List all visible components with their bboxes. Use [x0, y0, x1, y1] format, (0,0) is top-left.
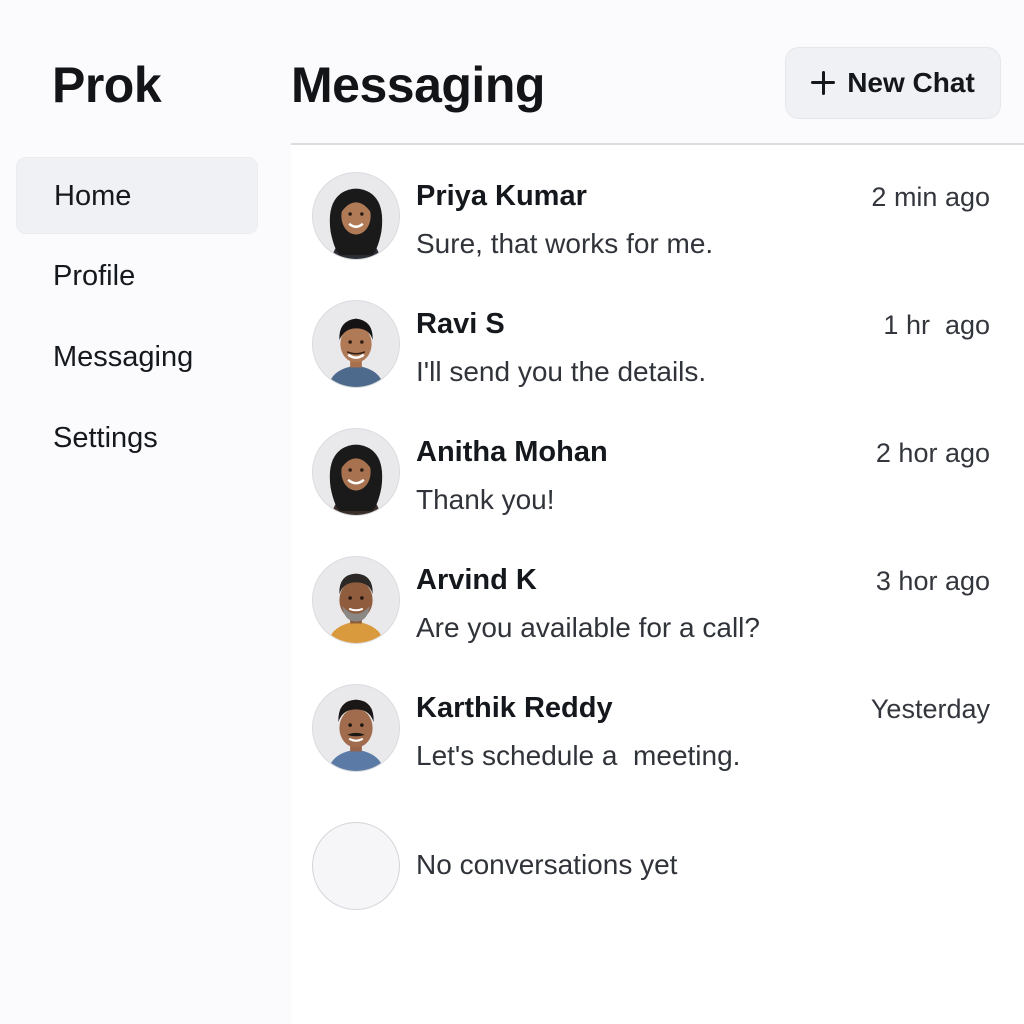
- bearded-man-avatar-icon: [313, 557, 399, 643]
- sidebar-item-home[interactable]: Home: [16, 157, 258, 234]
- message-preview: Thank you!: [416, 484, 555, 515]
- plus-icon: [811, 71, 836, 95]
- message-preview: Are you available for a call?: [416, 612, 760, 643]
- avatar: [312, 684, 400, 772]
- avatar: [312, 556, 400, 644]
- page-title: Messaging: [291, 57, 545, 113]
- conversation-row[interactable]: Ravi S 1 hr ago I'll send you the detail…: [291, 300, 1024, 428]
- contact-name: Anitha Mohan: [416, 436, 608, 468]
- message-preview: Sure, that works for me.: [416, 228, 714, 259]
- contact-name: Ravi S: [416, 308, 505, 340]
- sidebar-nav: Home Profile Messaging Settings: [16, 157, 258, 481]
- sidebar: Prok Home Profile Messaging Settings: [0, 0, 290, 1024]
- app-window: Prok Home Profile Messaging Settings Mes…: [0, 0, 1024, 1024]
- main-panel: Messaging New Chat Priya Kumar 2 min ago…: [291, 0, 1024, 1024]
- man-avatar-icon: [313, 301, 399, 387]
- conversation-list: Priya Kumar 2 min ago Sure, that works f…: [291, 172, 1024, 912]
- sidebar-item-profile[interactable]: Profile: [16, 238, 258, 315]
- empty-avatar-placeholder: [312, 822, 400, 910]
- contact-name: Priya Kumar: [416, 180, 587, 212]
- woman-avatar-icon: [313, 173, 399, 259]
- empty-state: No conversations yet: [291, 812, 1024, 912]
- message-preview: I'll send you the details.: [416, 356, 707, 387]
- conversation-row[interactable]: Priya Kumar 2 min ago Sure, that works f…: [291, 172, 1024, 300]
- message-timestamp: 1 hr ago: [883, 310, 990, 340]
- avatar: [312, 172, 400, 260]
- contact-name: Arvind K: [416, 564, 537, 596]
- app-logo[interactable]: Prok: [52, 56, 162, 114]
- new-chat-button[interactable]: New Chat: [785, 47, 1001, 119]
- sidebar-item-messaging[interactable]: Messaging: [16, 319, 258, 396]
- sidebar-item-settings[interactable]: Settings: [16, 400, 258, 477]
- main-header: Messaging New Chat: [291, 0, 1024, 145]
- new-chat-label: New Chat: [847, 67, 975, 98]
- message-preview: Let's schedule a meeting.: [416, 740, 741, 771]
- message-timestamp: 3 hor ago: [875, 566, 990, 596]
- message-timestamp: 2 hor ago: [875, 438, 990, 468]
- message-timestamp: 2 min ago: [871, 182, 990, 212]
- avatar: [312, 300, 400, 388]
- conversation-row[interactable]: Karthik Reddy Yesterday Let's schedule a…: [291, 684, 1024, 812]
- empty-state-text: No conversations yet: [416, 849, 678, 880]
- woman-avatar-icon: [313, 429, 399, 515]
- message-timestamp: Yesterday: [870, 694, 990, 724]
- avatar: [312, 428, 400, 516]
- conversation-row[interactable]: Arvind K 3 hor ago Are you available for…: [291, 556, 1024, 684]
- man-mustache-avatar-icon: [313, 685, 399, 771]
- contact-name: Karthik Reddy: [416, 692, 613, 724]
- conversation-row[interactable]: Anitha Mohan 2 hor ago Thank you!: [291, 428, 1024, 556]
